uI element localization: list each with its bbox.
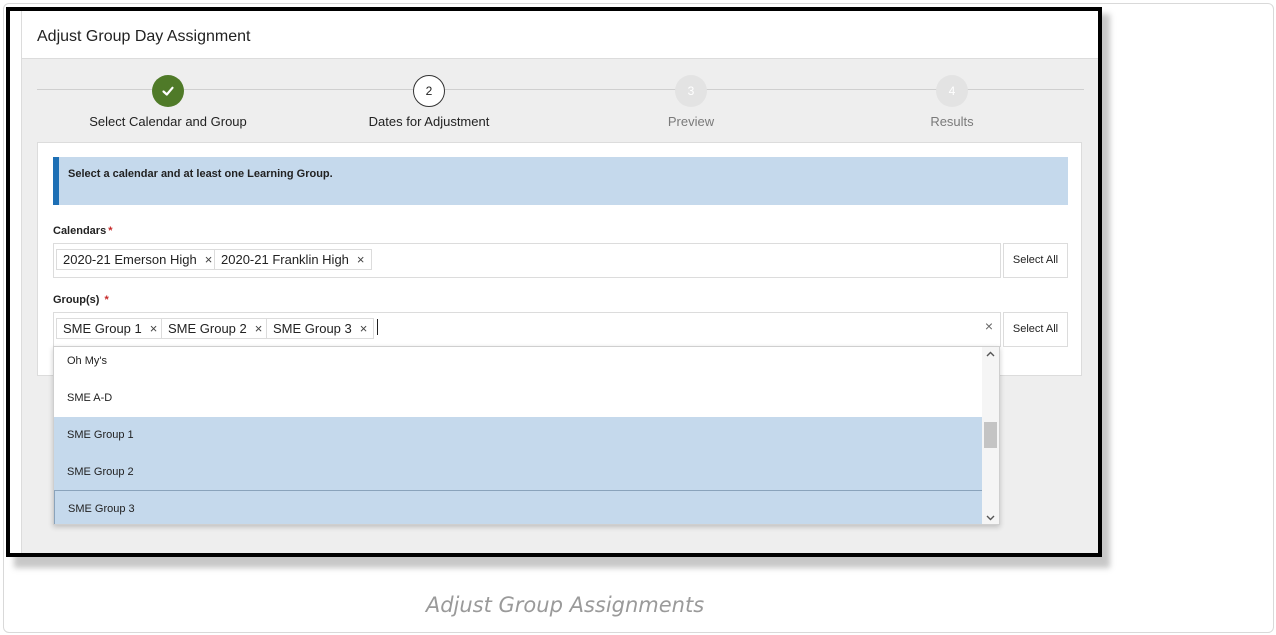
required-marker: * bbox=[104, 294, 109, 306]
dropdown-option[interactable]: SME A-D bbox=[54, 380, 983, 417]
step-label: Select Calendar and Group bbox=[89, 114, 247, 129]
step-preview[interactable]: 3 Preview bbox=[581, 75, 801, 129]
dropdown-option[interactable]: SME Group 1 bbox=[54, 417, 983, 454]
dropdown-option[interactable]: Oh My's bbox=[54, 347, 983, 380]
left-rail bbox=[10, 11, 22, 553]
remove-icon[interactable]: × bbox=[150, 321, 158, 336]
remove-icon[interactable]: × bbox=[255, 321, 263, 336]
group-chip[interactable]: SME Group 3 × bbox=[266, 318, 375, 339]
dropdown-option[interactable]: SME Group 3 bbox=[54, 490, 983, 524]
step-number: 3 bbox=[675, 75, 707, 107]
required-marker: * bbox=[108, 225, 113, 237]
remove-icon[interactable]: × bbox=[357, 252, 365, 267]
groups-select-all-button[interactable]: Select All bbox=[1003, 312, 1068, 347]
form-panel: Select a calendar and at least one Learn… bbox=[37, 142, 1082, 376]
step-label: Dates for Adjustment bbox=[368, 114, 490, 129]
calendars-label: Calendars * bbox=[53, 225, 113, 237]
info-message: Select a calendar and at least one Learn… bbox=[68, 168, 333, 180]
step-number: 4 bbox=[936, 75, 968, 107]
calendars-select-all-button[interactable]: Select All bbox=[1003, 243, 1068, 278]
step-dates[interactable]: 2 Dates for Adjustment bbox=[319, 75, 539, 129]
step-select-calendar[interactable]: Select Calendar and Group bbox=[58, 75, 278, 129]
clear-icon[interactable]: × bbox=[985, 318, 993, 334]
page-title: Adjust Group Day Assignment bbox=[37, 28, 251, 45]
calendar-chip[interactable]: 2020-21 Franklin High × bbox=[214, 249, 372, 270]
screenshot-window: Adjust Group Day Assignment Select Calen… bbox=[6, 7, 1102, 557]
step-results[interactable]: 4 Results bbox=[842, 75, 1062, 129]
figure-caption: Adjust Group Assignments bbox=[425, 593, 705, 617]
scroll-down-icon[interactable] bbox=[982, 513, 999, 523]
scroll-thumb[interactable] bbox=[984, 422, 997, 448]
scroll-up-icon[interactable] bbox=[982, 349, 999, 359]
group-chip[interactable]: SME Group 2 × bbox=[161, 318, 270, 339]
calendars-multiselect[interactable]: 2020-21 Emerson High × 2020-21 Franklin H… bbox=[53, 243, 1001, 278]
step-label: Results bbox=[930, 114, 974, 129]
groups-dropdown[interactable]: Oh My's SME A-D SME Group 1 SME Group 2 … bbox=[53, 346, 1000, 525]
calendar-chip[interactable]: 2020-21 Emerson High × bbox=[56, 249, 220, 270]
groups-multiselect[interactable]: SME Group 1 × SME Group 2 × SME Group 3 × × bbox=[53, 312, 1001, 347]
groups-label: Group(s) * bbox=[53, 294, 109, 306]
group-chip[interactable]: SME Group 1 × bbox=[56, 318, 165, 339]
remove-icon[interactable]: × bbox=[205, 252, 213, 267]
info-banner: Select a calendar and at least one Learn… bbox=[53, 157, 1068, 205]
header-bar: Adjust Group Day Assignment bbox=[22, 11, 1098, 59]
remove-icon[interactable]: × bbox=[360, 321, 368, 336]
dropdown-scrollbar[interactable] bbox=[982, 347, 999, 524]
dropdown-option[interactable]: SME Group 2 bbox=[54, 454, 983, 491]
text-cursor bbox=[377, 319, 378, 335]
step-number: 2 bbox=[413, 75, 445, 107]
step-label: Preview bbox=[667, 114, 715, 129]
check-icon bbox=[152, 75, 184, 107]
